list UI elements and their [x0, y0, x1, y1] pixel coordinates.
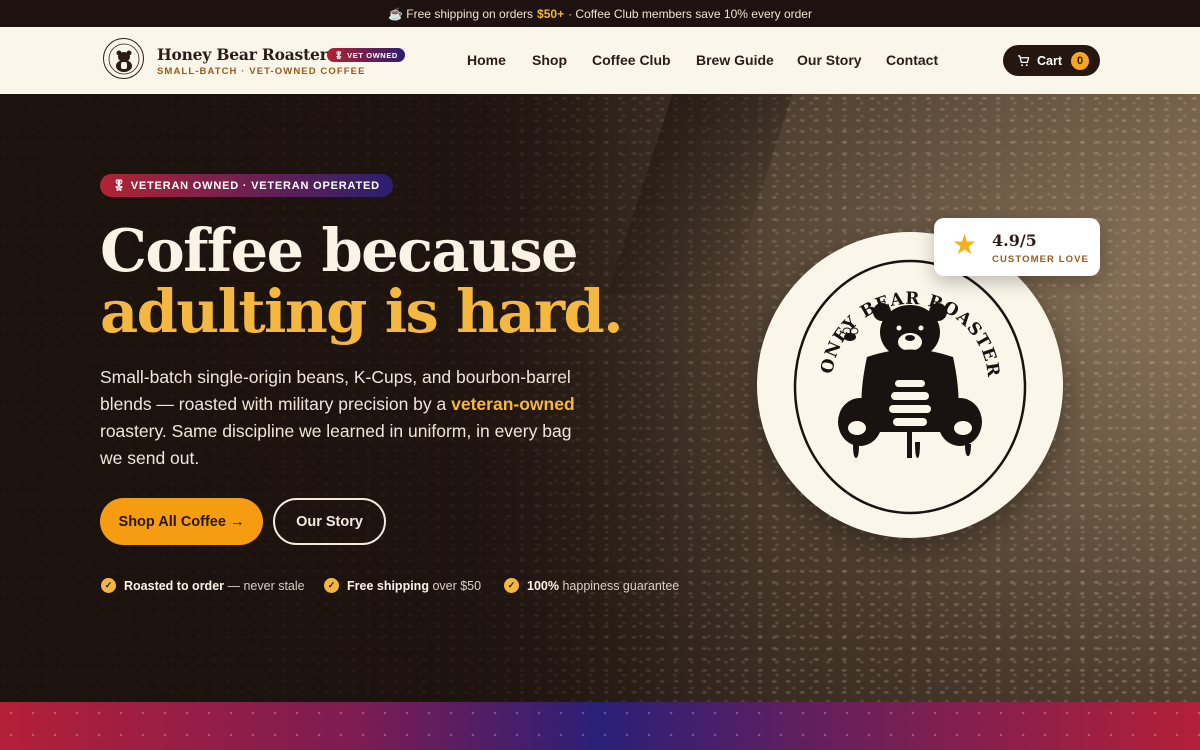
- announcement-suffix: · Coffee Club members save 10% every ord…: [568, 6, 812, 21]
- trust-rest: — never stale: [227, 578, 305, 593]
- star-icon: ★: [952, 229, 978, 260]
- veteran-pill: 🎖 VETERAN OWNED · VETERAN OPERATED: [100, 174, 393, 197]
- vet-badge-label: VET OWNED: [347, 50, 398, 60]
- trust-item-shipping: ✓ Free shipping over $50: [324, 578, 481, 593]
- rating-card: ★ 4.9/5 CUSTOMER LOVE: [934, 218, 1100, 276]
- trust-rest: happiness guarantee: [562, 578, 680, 593]
- nav-coffee-club[interactable]: Coffee Club: [592, 52, 671, 68]
- medal-icon: 🎖: [112, 180, 127, 192]
- lead-text-2: roastery. Same discipline we learned in …: [100, 421, 572, 468]
- rating-label: CUSTOMER LOVE: [992, 254, 1089, 265]
- nav-brew-guide[interactable]: Brew Guide: [696, 52, 774, 68]
- check-icon: ✓: [324, 578, 339, 593]
- trust-bold: Roasted to order: [124, 578, 225, 593]
- trust-item-guarantee: ✓ 100% happiness guarantee: [504, 578, 679, 593]
- patriotic-band: [0, 702, 1200, 750]
- trust-item-roasted: ✓ Roasted to order — never stale: [101, 578, 305, 593]
- our-story-button[interactable]: Our Story: [273, 498, 386, 545]
- trust-bold: 100%: [527, 578, 559, 593]
- nav-contact[interactable]: Contact: [886, 52, 938, 68]
- announcement-highlight: $50+: [537, 6, 565, 21]
- trust-rest: over $50: [432, 578, 482, 593]
- hero-headline-line1: Coffee because: [100, 216, 578, 285]
- cart-button[interactable]: Cart 0: [1003, 45, 1100, 76]
- brand-tagline: SMALL-BATCH · VET-OWNED COFFEE: [157, 66, 366, 77]
- bear-logo-icon[interactable]: [103, 38, 144, 79]
- hero-lead: Small-batch single-origin beans, K-Cups,…: [100, 364, 590, 472]
- cart-count-badge: 0: [1071, 51, 1090, 70]
- medal-icon: 🎖: [334, 50, 345, 60]
- announcement-prefix: ☕ Free shipping on orders: [388, 6, 534, 21]
- site-header: Honey Bear Roasters 🎖 VET OWNED SMALL-BA…: [0, 27, 1200, 94]
- nav-home[interactable]: Home: [467, 52, 506, 68]
- check-icon: ✓: [101, 578, 116, 593]
- vet-owned-badge: 🎖 VET OWNED: [327, 48, 405, 62]
- check-icon: ✓: [504, 578, 519, 593]
- cart-label: Cart: [1037, 53, 1063, 68]
- veteran-pill-label: VETERAN OWNED · VETERAN OPERATED: [130, 179, 380, 192]
- nav-our-story[interactable]: Our Story: [797, 52, 862, 68]
- brand-name[interactable]: Honey Bear Roasters: [157, 45, 336, 64]
- announcement-bar: ☕ Free shipping on orders $50+ · Coffee …: [0, 0, 1200, 27]
- shop-all-coffee-button[interactable]: Shop All Coffee →: [100, 498, 263, 545]
- hero-headline-line2: adulting is hard.: [100, 277, 624, 346]
- nav-shop[interactable]: Shop: [532, 52, 567, 68]
- bear-emblem-icon: HONEY BEAR ROASTERS: [748, 217, 1027, 515]
- rating-value: 4.9/5: [992, 231, 1037, 250]
- hero-section: 🎖 VETERAN OWNED · VETERAN OPERATED Coffe…: [0, 94, 1200, 702]
- lead-highlight: veteran-owned: [451, 394, 575, 414]
- cart-icon: [1017, 55, 1030, 67]
- trust-bold: Free shipping: [347, 578, 429, 593]
- brand-emblem: HONEY BEAR ROASTERS: [748, 217, 1063, 538]
